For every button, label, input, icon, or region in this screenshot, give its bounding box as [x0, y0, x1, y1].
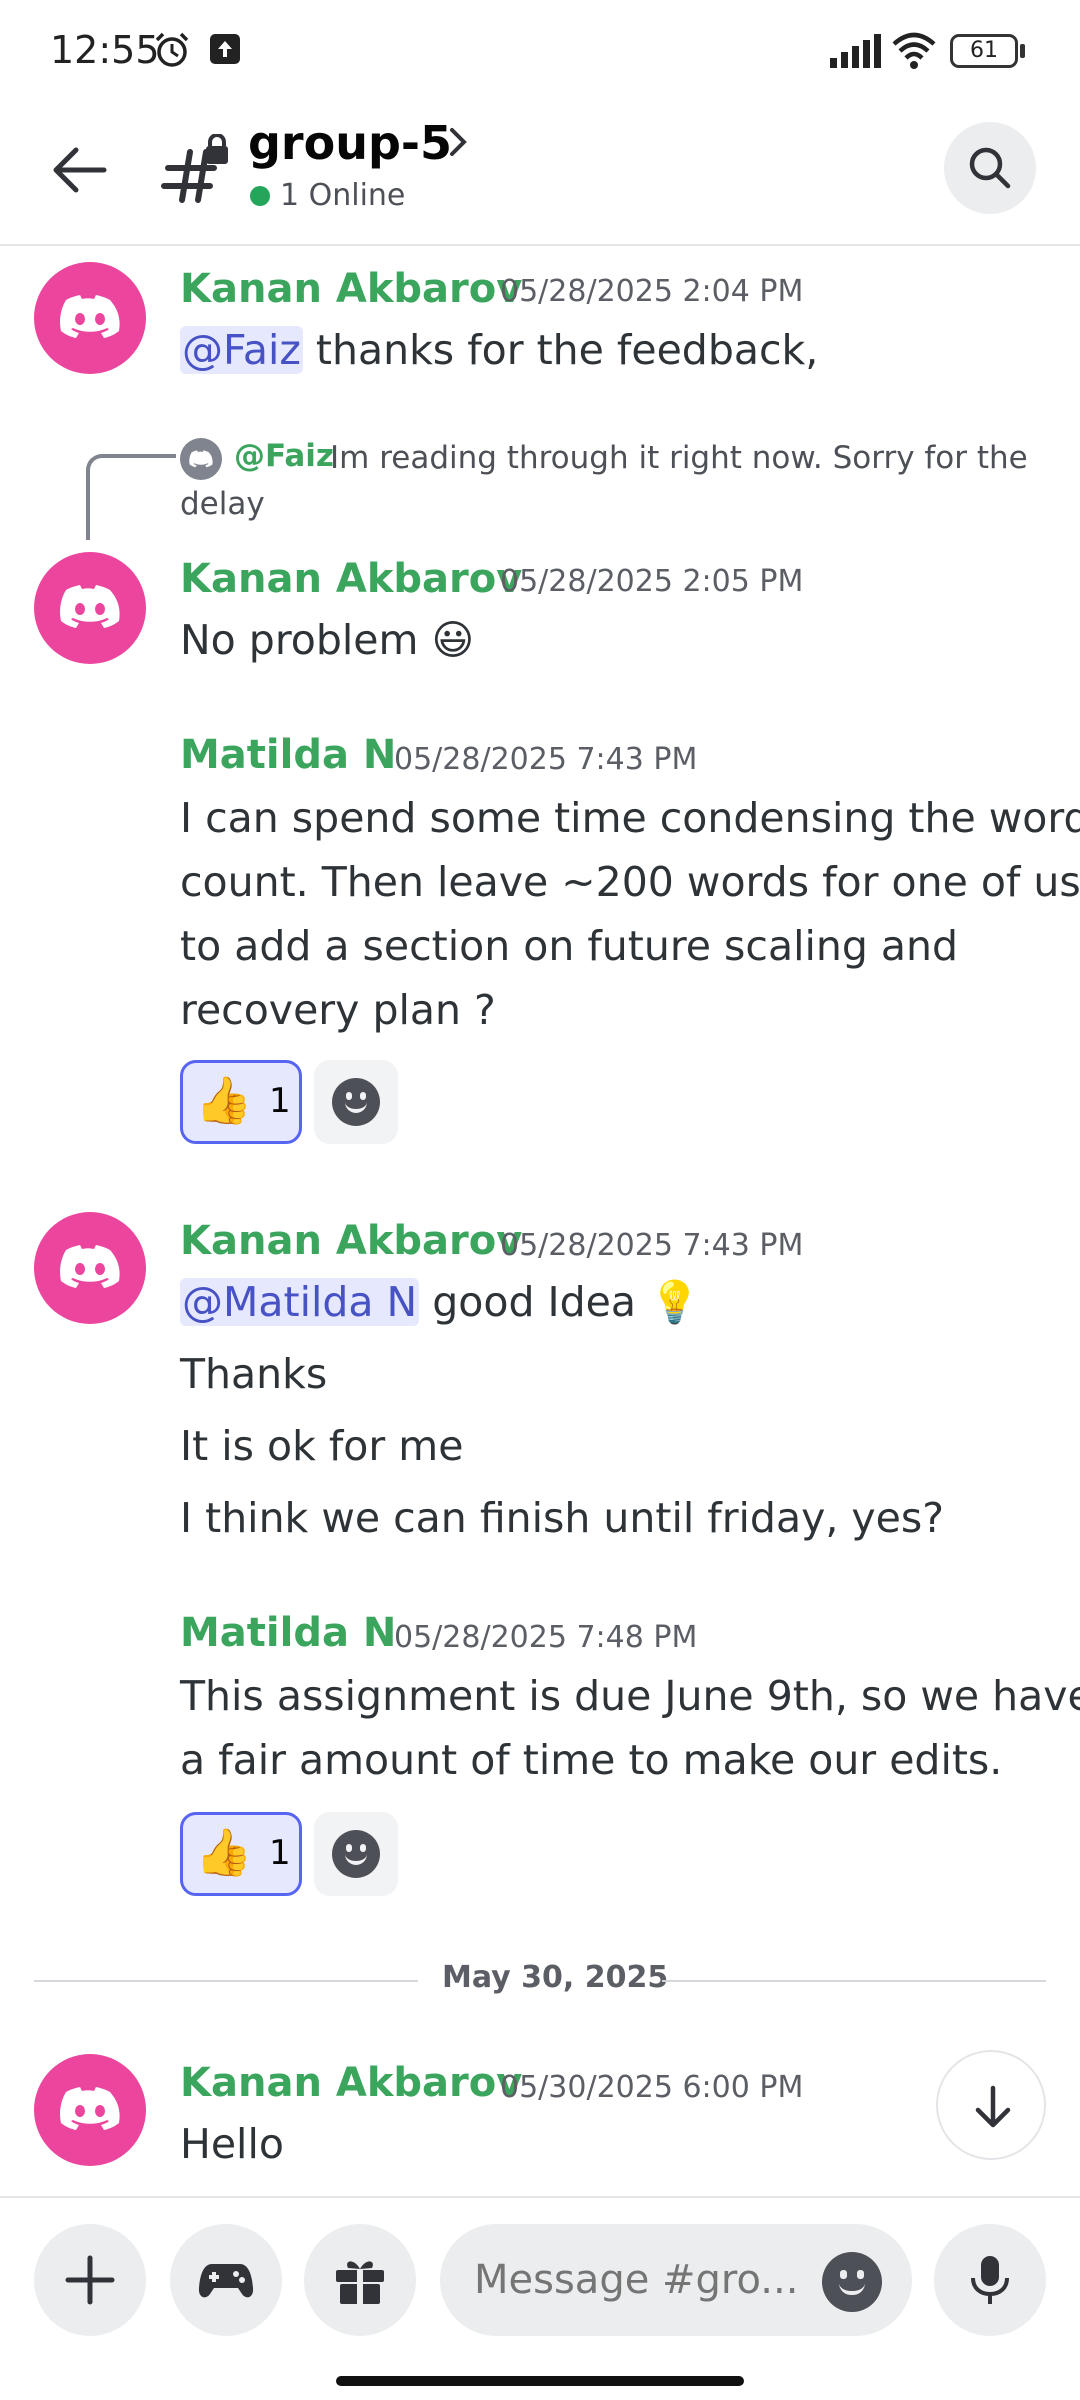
signal-icon: [830, 34, 881, 68]
reply-preview-text[interactable]: Im reading through it right now. Sorry f…: [330, 440, 1028, 476]
discord-logo-icon: [189, 450, 213, 468]
jump-to-present-button[interactable]: [936, 2050, 1046, 2160]
plus-icon: [65, 2255, 115, 2305]
reply-connector: [86, 454, 176, 540]
message-text: to add a section on future scaling and: [180, 922, 959, 970]
add-attachment-button[interactable]: [34, 2224, 146, 2336]
user-mention[interactable]: @Matilda N: [180, 1278, 420, 1326]
microphone-icon: [971, 2256, 1009, 2304]
message-text: count. Then leave ~200 words for one of …: [180, 858, 1080, 906]
message-author[interactable]: Kanan Akbarov: [180, 2060, 522, 2106]
activities-button[interactable]: [170, 2224, 282, 2336]
light-bulb-emoji[interactable]: 💡: [649, 1278, 700, 1326]
avatar[interactable]: [34, 262, 146, 374]
gift-button[interactable]: [304, 2224, 416, 2336]
chevron-right-icon[interactable]: [446, 124, 472, 160]
reply-avatar: [180, 438, 222, 480]
alarm-icon: [155, 32, 189, 67]
message-text: I can spend some time condensing the wor…: [180, 794, 1080, 842]
user-mention[interactable]: @Faiz: [180, 326, 303, 374]
thumbs-up-emoji: 👍: [195, 1825, 253, 1879]
smiley-icon: [332, 1078, 380, 1126]
message-timestamp: 05/28/2025 7:43 PM: [500, 1228, 804, 1263]
locked-channel-hash-icon: [161, 134, 228, 203]
reply-preview-text[interactable]: delay: [180, 486, 265, 522]
search-icon: [969, 147, 1011, 189]
discord-logo-icon: [60, 2087, 120, 2130]
message-text: Thanks: [180, 1350, 328, 1398]
message-timestamp: 05/28/2025 7:43 PM: [394, 742, 698, 777]
message-timestamp: 05/28/2025 2:05 PM: [500, 564, 804, 599]
discord-logo-icon: [60, 1245, 120, 1288]
smiley-icon: [332, 1830, 380, 1878]
upload-notification-icon: [210, 34, 240, 64]
arrow-left-icon[interactable]: [48, 138, 112, 202]
smiley-icon[interactable]: [822, 2252, 882, 2312]
discord-logo-icon: [60, 585, 120, 628]
message-text: It is ok for me: [180, 1422, 464, 1470]
message-text: recovery plan ?: [180, 986, 496, 1034]
online-status-dot: [250, 186, 270, 206]
message-timestamp: 05/28/2025 2:04 PM: [500, 274, 804, 309]
divider-line: [662, 1980, 1046, 1982]
battery-level: 61: [950, 34, 1018, 68]
message-text: This assignment is due June 9th, so we h…: [180, 1672, 1080, 1720]
online-count: 1 Online: [280, 178, 406, 213]
message-timestamp: 05/28/2025 7:48 PM: [394, 1620, 698, 1655]
message-author[interactable]: Kanan Akbarov: [180, 266, 522, 312]
add-reaction-button[interactable]: [314, 1060, 398, 1144]
battery-icon: 61: [950, 34, 1026, 70]
add-reaction-button[interactable]: [314, 1812, 398, 1896]
message-text: a fair amount of time to make our edits.: [180, 1736, 1003, 1784]
arrow-down-icon: [975, 2085, 1011, 2128]
reaction-thumbs-up[interactable]: 👍 1: [180, 1812, 302, 1896]
reaction-count: 1: [269, 1833, 291, 1873]
wifi-icon: [892, 32, 936, 69]
message-text: @Matilda N good Idea 💡: [180, 1278, 701, 1326]
discord-logo-icon: [60, 295, 120, 338]
avatar[interactable]: [34, 2054, 146, 2166]
avatar[interactable]: [34, 552, 146, 664]
channel-header: group-5 1 Online: [0, 100, 1080, 246]
date-divider-label: May 30, 2025: [442, 1960, 669, 1995]
reaction-thumbs-up[interactable]: 👍 1: [180, 1060, 302, 1144]
message-text: Hello: [180, 2120, 284, 2168]
reply-mention[interactable]: @Faiz: [234, 438, 334, 474]
reaction-count: 1: [269, 1081, 291, 1121]
message-text: I think we can finish until friday, yes?: [180, 1494, 945, 1542]
smiley-emoji[interactable]: 😃: [431, 616, 474, 664]
message-text: No problem 😃: [180, 616, 475, 664]
message-author[interactable]: Matilda N: [180, 1610, 396, 1656]
message-author[interactable]: Matilda N: [180, 732, 396, 778]
channel-name[interactable]: group-5: [248, 116, 452, 170]
message-timestamp: 05/30/2025 6:00 PM: [500, 2070, 804, 2105]
gift-icon: [336, 2261, 384, 2304]
avatar[interactable]: [34, 1212, 146, 1324]
message-author[interactable]: Kanan Akbarov: [180, 556, 522, 602]
status-bar: 12:55 61: [0, 0, 1080, 100]
home-indicator[interactable]: [336, 2376, 744, 2386]
divider-line: [34, 1980, 418, 1982]
message-composer: [0, 2196, 1080, 2400]
thumbs-up-emoji: 👍: [195, 1073, 253, 1127]
message-text: @Faiz thanks for the feedback,: [180, 326, 819, 374]
message-author[interactable]: Kanan Akbarov: [180, 1218, 522, 1264]
status-time: 12:55: [50, 28, 160, 72]
search-button[interactable]: [944, 122, 1036, 214]
voice-message-button[interactable]: [934, 2224, 1046, 2336]
gamepad-icon: [198, 2264, 254, 2298]
